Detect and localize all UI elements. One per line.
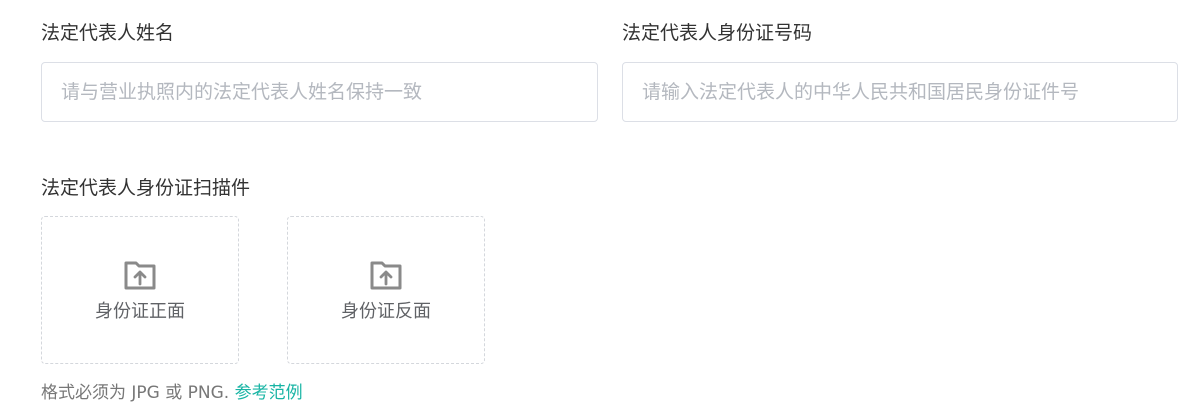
legal-rep-id-number-input[interactable] <box>622 62 1178 122</box>
format-hint-text: 格式必须为 JPG 或 PNG. <box>41 383 235 403</box>
id-back-label: 身份证反面 <box>341 301 431 322</box>
id-front-upload[interactable]: 身份证正面 <box>41 216 239 364</box>
legal-rep-id-number-label: 法定代表人身份证号码 <box>622 22 813 44</box>
id-scan-label: 法定代表人身份证扫描件 <box>41 177 251 199</box>
folder-upload-icon <box>370 261 402 290</box>
id-front-label: 身份证正面 <box>95 301 185 322</box>
legal-rep-name-input[interactable] <box>41 62 598 122</box>
format-hint: 格式必须为 JPG 或 PNG. 参考范例 <box>41 382 303 404</box>
legal-rep-name-label: 法定代表人姓名 <box>41 22 175 44</box>
folder-upload-icon <box>124 261 156 290</box>
example-link[interactable]: 参考范例 <box>235 383 303 403</box>
id-back-upload[interactable]: 身份证反面 <box>287 216 485 364</box>
